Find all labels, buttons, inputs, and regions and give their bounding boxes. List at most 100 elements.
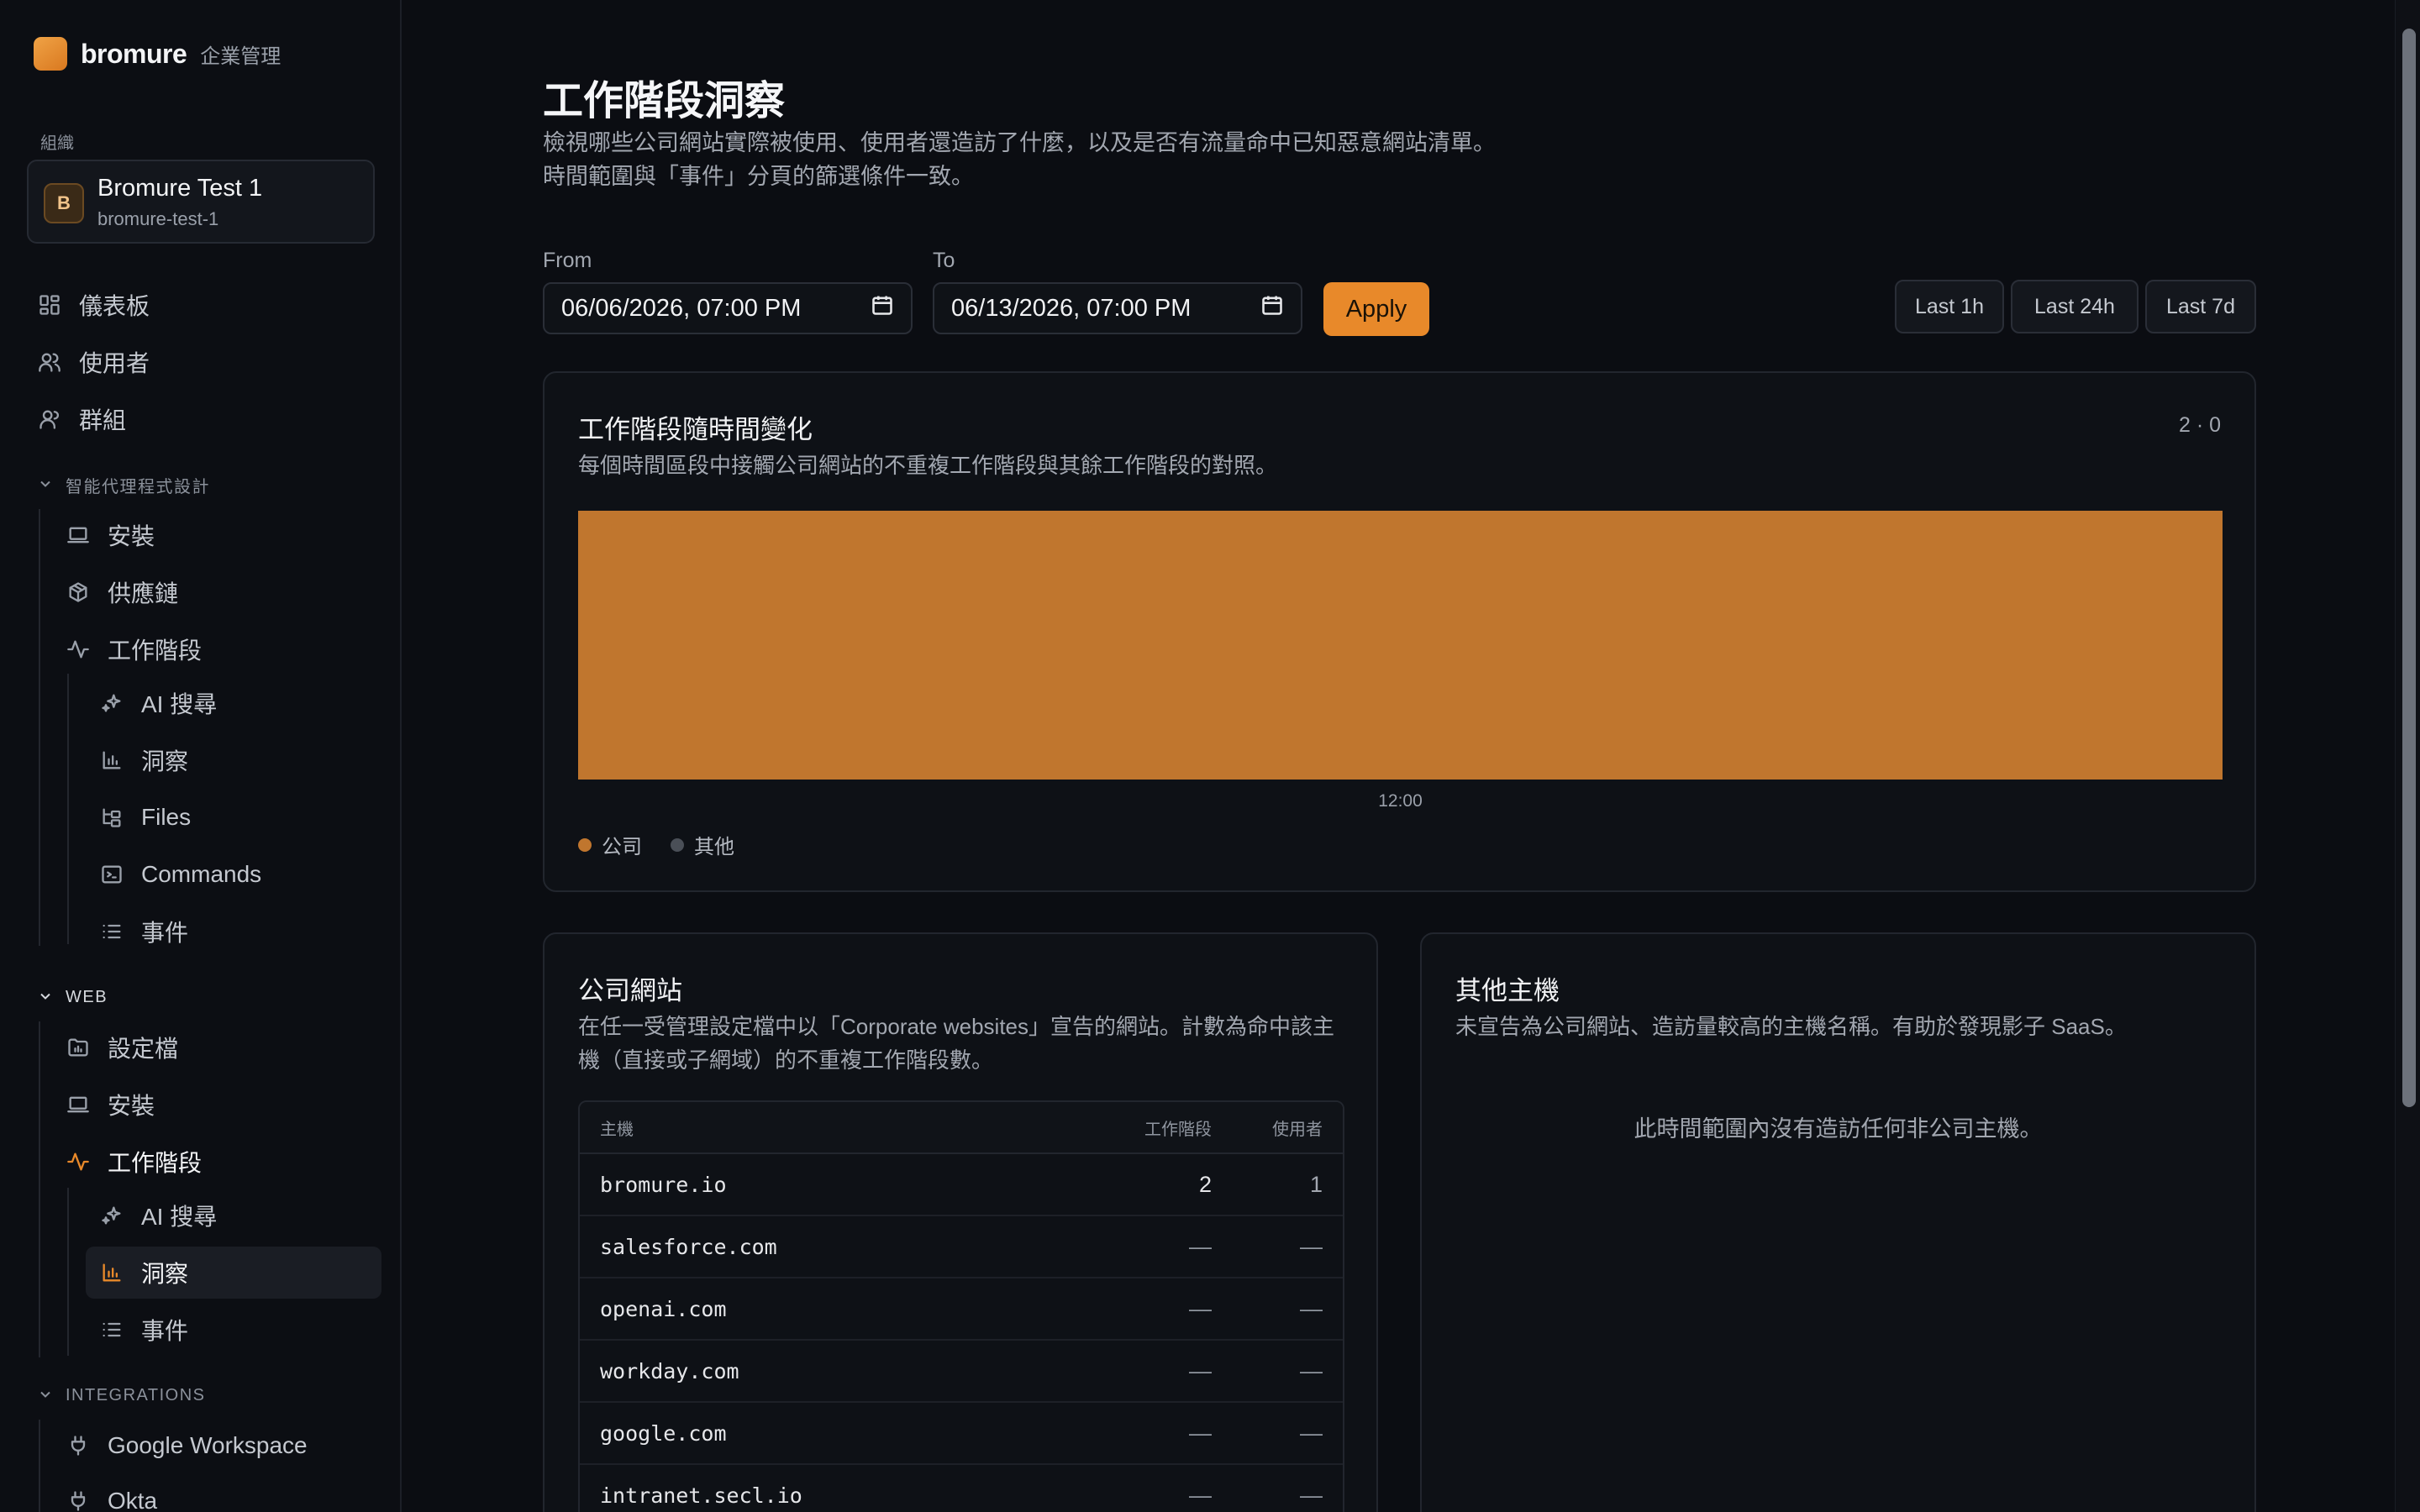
sidebar-item-label: Files xyxy=(141,804,192,830)
activity-icon xyxy=(66,1149,91,1174)
sidebar-item-web-events[interactable]: 事件 xyxy=(86,1304,381,1356)
sidebar-item-agent-commands[interactable]: Commands xyxy=(86,848,375,900)
page-scrollbar[interactable] xyxy=(2395,0,2420,1512)
page-description: 檢視哪些公司網站實際被使用、使用者還造訪了什麼，以及是否有流量命中已知惡意網站清… xyxy=(543,130,1496,189)
sidebar-item-agent-sessions[interactable]: 工作階段 xyxy=(59,623,375,675)
sidebar-item-label: 洞察 xyxy=(141,748,189,774)
group-icon xyxy=(37,407,62,432)
calendar-icon[interactable] xyxy=(871,293,894,323)
column-users[interactable]: 使用者 xyxy=(1225,1116,1343,1140)
activity-icon xyxy=(66,637,91,662)
range-last-1h-button[interactable]: Last 1h xyxy=(1895,280,2004,333)
table-row[interactable]: google.com — — xyxy=(580,1403,1343,1465)
table-row[interactable]: intranet.secl.io — — xyxy=(580,1465,1343,1512)
bar-chart-icon xyxy=(99,1260,124,1285)
sidebar-item-label: Google Workspace xyxy=(108,1432,308,1458)
list-icon xyxy=(99,1317,124,1342)
sidebar-item-label: 儀表板 xyxy=(79,293,150,319)
chevron-down-icon xyxy=(37,475,55,494)
from-date-input[interactable]: 06/06/2026, 07:00 PM xyxy=(543,282,913,334)
sidebar-item-profiles[interactable]: 設定檔 xyxy=(59,1021,375,1074)
other-hosts-card: 其他主機 未宣告為公司網站、造訪量較高的主機名稱。有助於發現影子 SaaS。 此… xyxy=(1420,932,2256,1512)
table-row[interactable]: bromure.io 2 1 xyxy=(580,1154,1343,1216)
page-title: 工作階段洞察 xyxy=(543,79,786,123)
plug-icon xyxy=(66,1433,91,1458)
brand-name: bromure xyxy=(81,38,187,69)
bar-chart-icon xyxy=(99,748,124,773)
folder-tree-icon xyxy=(99,805,124,830)
org-avatar: B xyxy=(44,183,84,223)
chevron-down-icon xyxy=(37,988,55,1006)
org-name: Bromure Test 1 xyxy=(97,175,263,202)
section-label: INTEGRATIONS xyxy=(66,1385,206,1404)
sidebar-item-users[interactable]: 使用者 xyxy=(30,336,375,388)
sidebar-item-web-ai-search[interactable]: AI 搜尋 xyxy=(86,1189,381,1242)
range-last-24h-button[interactable]: Last 24h xyxy=(2011,280,2139,333)
brand[interactable]: bromure 企業管理 xyxy=(34,35,281,72)
section-integrations[interactable]: INTEGRATIONS xyxy=(37,1383,206,1408)
org-label: 組織 xyxy=(40,134,74,153)
to-date-value: 06/13/2026, 07:00 PM xyxy=(951,294,1192,322)
host-cell: workday.com xyxy=(600,1358,739,1383)
chevron-down-icon xyxy=(37,1386,55,1404)
sidebar-item-groups[interactable]: 群組 xyxy=(30,393,375,445)
sidebar-item-web-install[interactable]: 安裝 xyxy=(59,1079,375,1131)
table-row[interactable]: workday.com — — xyxy=(580,1341,1343,1403)
column-host[interactable]: 主機 xyxy=(580,1116,1107,1140)
to-date-input[interactable]: 06/13/2026, 07:00 PM xyxy=(933,282,1302,334)
sidebar-item-agent-ai-search[interactable]: AI 搜尋 xyxy=(86,677,375,729)
timeline-summary: 2 · 0 xyxy=(2178,413,2221,437)
sidebar-item-google-workspace[interactable]: Google Workspace xyxy=(59,1420,375,1472)
legend-label: 其他 xyxy=(694,836,734,858)
table-row[interactable]: openai.com — — xyxy=(580,1278,1343,1341)
sidebar-item-label: 工作階段 xyxy=(108,1150,203,1176)
sidebar-item-agent-files[interactable]: Files xyxy=(86,791,375,843)
org-switcher[interactable]: B Bromure Test 1 bromure-test-1 xyxy=(27,160,375,244)
sidebar-item-label: 設定檔 xyxy=(108,1036,179,1062)
calendar-icon[interactable] xyxy=(1260,293,1284,323)
sidebar-item-web-sessions[interactable]: 工作階段 xyxy=(59,1136,375,1188)
sidebar-item-web-insights[interactable]: 洞察 xyxy=(86,1247,381,1299)
list-icon xyxy=(99,919,124,944)
from-date-value: 06/06/2026, 07:00 PM xyxy=(561,294,802,322)
tree-line xyxy=(39,509,40,946)
tree-line xyxy=(39,1420,40,1512)
user-icon xyxy=(37,349,62,375)
plug-icon xyxy=(66,1488,91,1512)
scrollbar-thumb[interactable] xyxy=(2402,29,2416,1107)
legend-swatch-icon xyxy=(671,837,684,852)
x-tick-label: 12:00 xyxy=(1378,791,1423,811)
sparkles-icon xyxy=(99,690,124,716)
sessions-cell: — xyxy=(1189,1482,1212,1508)
users-cell: — xyxy=(1300,1420,1323,1446)
sidebar-item-agent-install[interactable]: 安裝 xyxy=(59,509,375,561)
host-cell: openai.com xyxy=(600,1296,727,1321)
brand-logo-icon xyxy=(34,37,67,71)
apply-button[interactable]: Apply xyxy=(1323,282,1429,336)
sidebar-item-agent-events[interactable]: 事件 xyxy=(86,906,375,958)
sidebar-item-supply-chain[interactable]: 供應鏈 xyxy=(59,566,375,618)
users-cell: 1 xyxy=(1309,1171,1323,1197)
laptop-icon xyxy=(66,1092,91,1117)
sparkles-icon xyxy=(99,1203,124,1228)
sidebar-item-label: 洞察 xyxy=(141,1261,189,1287)
bar-0-series-0[interactable] xyxy=(578,511,2223,780)
sidebar-item-agent-insights[interactable]: 洞察 xyxy=(86,734,375,786)
column-sessions[interactable]: 工作階段 xyxy=(1107,1116,1225,1140)
corporate-sites-card: 公司網站 在任一受管理設定檔中以「Corporate websites」宣告的網… xyxy=(543,932,1378,1512)
table-row[interactable]: salesforce.com — — xyxy=(580,1216,1343,1278)
host-cell: salesforce.com xyxy=(600,1234,777,1259)
sidebar-item-dashboard[interactable]: 儀表板 xyxy=(30,279,375,331)
range-last-7d-button[interactable]: Last 7d xyxy=(2145,280,2256,333)
sidebar-item-label: 安裝 xyxy=(108,1093,155,1119)
sidebar-item-okta[interactable]: Okta xyxy=(59,1475,375,1512)
brand-subtitle: 企業管理 xyxy=(200,45,281,68)
section-web[interactable]: WEB xyxy=(37,984,108,1010)
app-root: bromure 企業管理 組織 B Bromure Test 1 bromure… xyxy=(0,0,2420,1512)
chart-legend: 公司 其他 xyxy=(578,830,734,859)
timeline-title: 工作階段隨時間變化 xyxy=(578,415,813,444)
corporate-description: 在任一受管理設定檔中以「Corporate websites」宣告的網站。計數為… xyxy=(578,1014,1334,1073)
users-cell: — xyxy=(1300,1482,1323,1508)
other-hosts-description: 未宣告為公司網站、造訪量較高的主機名稱。有助於發現影子 SaaS。 xyxy=(1455,1014,2127,1039)
section-agent-coding[interactable]: 智能代理程式設計 xyxy=(37,472,210,497)
